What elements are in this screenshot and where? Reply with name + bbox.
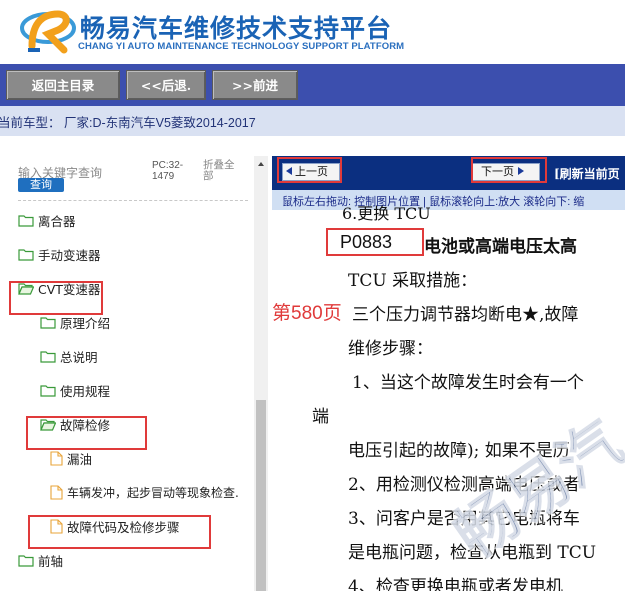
tree-item-label: 前轴 (38, 553, 64, 569)
fault-code: P0883 (340, 232, 393, 252)
current-vehicle-text: 当前车型： 厂家:D-东南汽车V5菱致2014-2017 (0, 116, 256, 130)
tree-item[interactable]: 故障代码及检修步骤 (50, 516, 180, 536)
next-page-button[interactable]: 下一页 (472, 163, 540, 181)
document-icon (50, 450, 63, 466)
doc-line: 端 (312, 407, 329, 427)
tree-item[interactable]: 离合器 (18, 210, 76, 230)
home-button[interactable]: 返回主目录 (6, 70, 120, 100)
doc-line: TCU 采取措施： (348, 271, 478, 291)
folder-icon (40, 350, 56, 363)
tree-item-label: 故障代码及检修步骤 (67, 519, 180, 535)
sidebar-divider (18, 200, 248, 201)
mouse-hint: 鼠标左右拖动: 控制图片位置 | 鼠标滚轮向上:放大 滚轮向下: 缩 (282, 196, 585, 208)
doc-line: 4、检查更换电瓶或者发电机 (348, 577, 563, 591)
page-number-label: 第580页 (272, 303, 342, 324)
document-page[interactable]: 6.更换 TCU P0883 电池或高端电压太高 TCU 采取措施： 三个压力调… (272, 204, 625, 591)
tree-item[interactable]: 原理介绍 (40, 312, 110, 332)
back-button[interactable]: <<后退. (126, 70, 206, 100)
tree-item[interactable]: 漏油 (50, 448, 92, 468)
next-page-label: 下一页 (481, 165, 514, 178)
doc-line: 1、当这个故障发生时会有一个 (352, 373, 584, 393)
tree-item-label: 原理介绍 (60, 315, 111, 331)
app-header: 畅易汽车维修技术支持平台 CHANG YI AUTO MAINTENANCE T… (0, 0, 625, 64)
document-icon (50, 518, 63, 534)
tree-item[interactable]: 使用规程 (40, 380, 110, 400)
folder-icon (18, 248, 34, 261)
folder-icon (18, 554, 34, 567)
brand-logo-icon (18, 6, 76, 58)
tree-item-label: 手动变速器 (38, 247, 101, 263)
document-icon (50, 484, 63, 500)
tree-item-label: 使用规程 (60, 383, 111, 399)
folder-icon (40, 316, 56, 329)
tree-item-label: 车辆发冲，起步冒动等现象检查. (67, 485, 239, 500)
prev-page-button[interactable]: 上一页 (282, 163, 340, 181)
scrollbar-thumb[interactable] (256, 400, 266, 591)
folder-open-icon (18, 282, 34, 295)
scroll-up-arrow-icon[interactable] (254, 156, 268, 170)
brand-title: 畅易汽车维修技术支持平台 (80, 14, 393, 43)
doc-line: 维修步骤： (348, 339, 433, 359)
pager-bar: 上一页 下一页 [刷新当前页 (272, 156, 625, 190)
doc-viewer: 上一页 下一页 [刷新当前页 鼠标左右拖动: 控制图片位置 | 鼠标滚轮向上:放… (272, 156, 625, 591)
folder-icon (18, 214, 34, 227)
tree-item[interactable]: 前轴 (18, 550, 63, 570)
tree-item-label: 总说明 (60, 349, 98, 365)
forward-button[interactable]: >>前进 (212, 70, 298, 100)
folder-open-icon (40, 418, 56, 431)
pc-info: PC:32-1479 (152, 160, 184, 182)
vehicle-bar: 当前车型： 厂家:D-东南汽车V5菱致2014-2017 (0, 106, 625, 136)
doc-line: 电池或高端电压太高 (424, 237, 577, 257)
collapse-all-link[interactable]: 折叠全部 (203, 160, 243, 182)
tree-item[interactable]: CVT变速器 (18, 278, 100, 298)
tree-item[interactable]: 车辆发冲，起步冒动等现象检查. (50, 482, 239, 502)
hint-bar: 鼠标左右拖动: 控制图片位置 | 鼠标滚轮向上:放大 滚轮向下: 缩 (272, 190, 625, 210)
refresh-page-link[interactable]: [刷新当前页 (554, 165, 620, 182)
tree-item[interactable]: 手动变速器 (18, 244, 101, 264)
doc-line: 三个压力调节器均断电★,故障 (352, 305, 579, 325)
tree-item-label: CVT变速器 (38, 281, 101, 297)
tree-item[interactable]: 总说明 (40, 346, 98, 366)
brand-subtitle: CHANG YI AUTO MAINTENANCE TECHNOLOGY SUP… (78, 41, 405, 52)
doc-line: 6.更换 TCU (342, 204, 431, 223)
prev-page-label: 上一页 (295, 165, 328, 178)
nav-bar: 返回主目录 <<后退. >>前进 (0, 64, 625, 106)
query-button[interactable]: 查询 (18, 178, 64, 192)
tree-item-label: 漏油 (67, 451, 93, 467)
folder-icon (40, 384, 56, 397)
tree-item[interactable]: 故障检修 (40, 414, 110, 434)
tree-item-label: 故障检修 (60, 417, 111, 433)
tree-item-label: 离合器 (38, 213, 76, 229)
